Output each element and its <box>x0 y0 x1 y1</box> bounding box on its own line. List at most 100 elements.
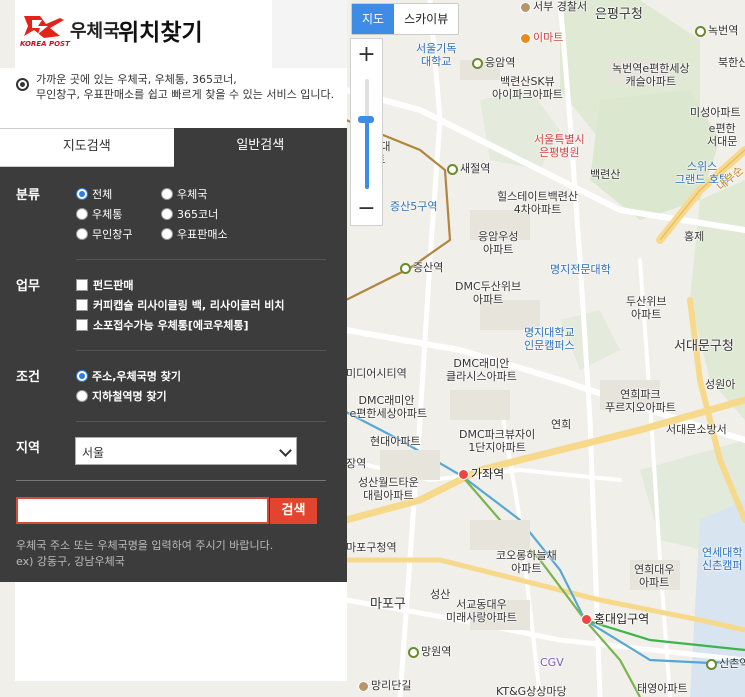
map-label-jangyeok[interactable]: 장역 <box>346 457 366 470</box>
search-tabs: 지도검색 일반검색 <box>0 128 347 167</box>
tab-general-search[interactable]: 일반검색 <box>173 128 347 167</box>
map-label-yeonhui-daewoo[interactable]: 연희대우 아파트 <box>634 563 674 589</box>
help-line-1: 우체국 주소 또는 우체국명을 입력하여 주시기 바랍니다. <box>16 539 274 552</box>
map-label-seodaemun-fire[interactable]: 서대문소방서 <box>666 423 727 436</box>
map-label-eungam-woosung[interactable]: 응암우성 아파트 <box>478 230 518 256</box>
condition-radio-address[interactable]: 주소,우체국명 찾기 <box>76 368 181 384</box>
korea-post-emblem-icon <box>24 16 64 38</box>
map-label-sinchon-station[interactable]: 신촌역 <box>706 657 745 670</box>
map-label-taeyoung[interactable]: 태영아파트 <box>637 682 688 695</box>
map-label-mapo-gu[interactable]: 마포구 <box>370 598 406 611</box>
map-label-dmc-dusan[interactable]: DMC두산위브 아파트 <box>455 280 521 306</box>
category-radio-mailbox[interactable]: 우체통 <box>76 206 122 222</box>
korea-post-text: KOREA POST <box>20 40 70 48</box>
chevron-down-icon <box>279 444 292 457</box>
category-radio-stamp[interactable]: 우표판매소 <box>161 226 228 242</box>
map-label-jeungsan-5[interactable]: 증산5구역 <box>390 200 437 213</box>
map-label-bukhansan[interactable]: 북한산 <box>718 56 745 69</box>
map-label-hyundai-apt[interactable]: 현대아파트 <box>370 435 421 448</box>
map-label-myongji-univ[interactable]: 명지대학교 인문캠퍼스 <box>524 326 575 352</box>
map-label-dmc-raemian-se[interactable]: DMC래미안 e편한세상아파트 <box>346 394 427 420</box>
region-label: 지역 <box>16 441 40 456</box>
intro-box: 가까운 곳에 있는 우체국, 우체통, 365코너, 무인창구, 우표판매소를 … <box>0 68 347 128</box>
map-label-yeonhui-park[interactable]: 연희파크 푸르지오아파트 <box>605 388 676 414</box>
map-label-kolon[interactable]: 코오롱하늘채 아파트 <box>496 549 557 575</box>
business-check-eco-mailbox[interactable]: 소포접수가능 우체통[에코우체통] <box>76 317 249 333</box>
help-line-2: ex) 강동구, 강남우체국 <box>16 555 125 568</box>
map-label-mapo-gu-office[interactable]: 마포구청역 <box>346 541 397 554</box>
zoom-in-button[interactable]: + <box>351 39 382 71</box>
divider <box>76 350 326 351</box>
map-label-hospital[interactable]: 서울특별시 은평병원 <box>534 133 585 159</box>
zoom-slider-fill <box>365 119 369 189</box>
region-select[interactable]: 서울 <box>75 437 297 465</box>
search-panel: KOREA POST 우체국 위치찾기 가까운 곳에 있는 우체국, 우체통, … <box>0 0 347 681</box>
business-check-fund[interactable]: 펀드판매 <box>76 277 133 293</box>
map-label-seoul-christian-univ[interactable]: 서울기독 대학교 <box>416 42 456 68</box>
map-label-dusan-weave[interactable]: 두산위브 아파트 <box>626 295 666 321</box>
search-button[interactable]: 검색 <box>270 498 317 524</box>
intro-line-1: 가까운 곳에 있는 우체국, 우체통, 365코너, <box>36 73 237 86</box>
map-label-nokbeon-apt[interactable]: 녹번역e편한세상 캐슬아파트 <box>612 62 690 88</box>
header-decoration <box>272 0 347 68</box>
bullet-icon <box>16 78 29 91</box>
intro-text: 가까운 곳에 있는 우체국, 우체통, 365코너, 무인창구, 우표판매소를 … <box>36 72 341 102</box>
map-label-nokbeon-station[interactable]: 녹번역 <box>695 24 738 37</box>
map-label-e-pyeonhan[interactable]: e편한 서대문 <box>707 122 737 148</box>
panel-bottom-area <box>15 582 347 681</box>
map-label-jeungsan-station[interactable]: 증산역 <box>400 261 443 274</box>
map-label-hongik-station[interactable]: 홍대입구역 <box>581 613 649 626</box>
map-label-mangwon-station[interactable]: 망원역 <box>408 645 451 658</box>
map-label-eungam-station[interactable]: 응암역 <box>472 56 515 69</box>
search-form: 분류 전체 우체국 우체통 365코너 무인창구 우표판매소 업무 펀드판매 커… <box>0 167 347 582</box>
map-label-police[interactable]: 서부 경찰서 <box>520 0 587 13</box>
map-view-button[interactable]: 지도 <box>352 4 395 34</box>
divider <box>16 480 326 481</box>
map-label-baekryeonsan-sk[interactable]: 백련산SK뷰 아이파크아파트 <box>492 75 563 101</box>
divider <box>76 421 326 422</box>
map-label-seodaemun-gu[interactable]: 서대문구청 <box>674 340 734 353</box>
zoom-out-button[interactable]: − <box>351 193 382 225</box>
header-title-big: 위치찾기 <box>118 20 203 46</box>
category-radio-kiosk[interactable]: 무인창구 <box>76 226 132 242</box>
map-label-seongwon[interactable]: 성원아 <box>705 378 735 391</box>
map-label-misung-apt[interactable]: 미성아파트 <box>690 106 741 119</box>
map-label-cgv[interactable]: CGV <box>540 656 564 669</box>
panel-header: KOREA POST 우체국 위치찾기 <box>15 0 347 68</box>
korea-post-logo[interactable]: KOREA POST <box>20 14 70 50</box>
map-label-media-city[interactable]: 미디어시티역 <box>346 367 407 380</box>
map-label-gajwa-station[interactable]: 가좌역 <box>458 468 504 481</box>
condition-radio-subway[interactable]: 지하철역명 찾기 <box>76 388 167 404</box>
intro-line-2: 무인창구, 우표판매소를 쉽고 빠르게 찾을 수 있는 서비스 입니다. <box>36 88 335 101</box>
map-label-ktng[interactable]: KT&G상상마당 <box>496 685 567 697</box>
map-label-eunpyeong-gu[interactable]: 은평구청 <box>595 8 643 21</box>
map-label-yonsei[interactable]: 연세대학 신촌캠퍼 <box>702 546 742 572</box>
map-label-emart[interactable]: 이마트 <box>520 31 563 44</box>
skyview-button[interactable]: 스카이뷰 <box>394 4 458 34</box>
map-label-hongje[interactable]: 홍제 <box>684 230 704 243</box>
condition-label: 조건 <box>16 370 40 385</box>
map-label-yeonhui-ic[interactable]: 연희 <box>551 418 571 431</box>
map-label-baekryeonsan[interactable]: 백련산 <box>590 168 620 181</box>
business-label: 업무 <box>16 279 40 294</box>
map-label-myongji-college[interactable]: 명지전문대학 <box>550 263 611 276</box>
zoom-slider-handle[interactable] <box>358 116 374 123</box>
map-label-hillstate[interactable]: 힐스테이트백련산 4차아파트 <box>497 190 578 216</box>
map-type-switcher: 지도 스카이뷰 <box>351 3 460 35</box>
map-label-saejeol-station[interactable]: 새절역 <box>447 162 490 175</box>
category-radio-post-office[interactable]: 우체국 <box>161 186 207 202</box>
category-radio-all[interactable]: 전체 <box>76 186 112 202</box>
category-radio-365[interactable]: 365코너 <box>161 206 218 222</box>
zoom-control: + − <box>350 38 383 226</box>
business-check-coffee[interactable]: 커피캡슐 리사이클링 백, 리사이클러 비치 <box>76 297 285 313</box>
tab-map-search[interactable]: 지도검색 <box>0 128 174 167</box>
map-label-dmc-park-view[interactable]: DMC파크뷰자이 1단지아파트 <box>459 428 535 454</box>
region-select-value: 서울 <box>82 446 105 460</box>
search-input[interactable] <box>16 497 269 524</box>
map-label-dmc-raemian-classic[interactable]: DMC래미안 클라시스아파트 <box>446 357 517 383</box>
map-label-seogyo-daewoo[interactable]: 서교동대우 미래사랑아파트 <box>446 598 517 624</box>
map-label-seongsan-world[interactable]: 성산월드타운 대림아파트 <box>358 476 419 502</box>
divider <box>76 259 326 260</box>
zoom-slider-track[interactable] <box>365 79 369 189</box>
map-label-mangni[interactable]: 망리단길 <box>358 679 411 692</box>
